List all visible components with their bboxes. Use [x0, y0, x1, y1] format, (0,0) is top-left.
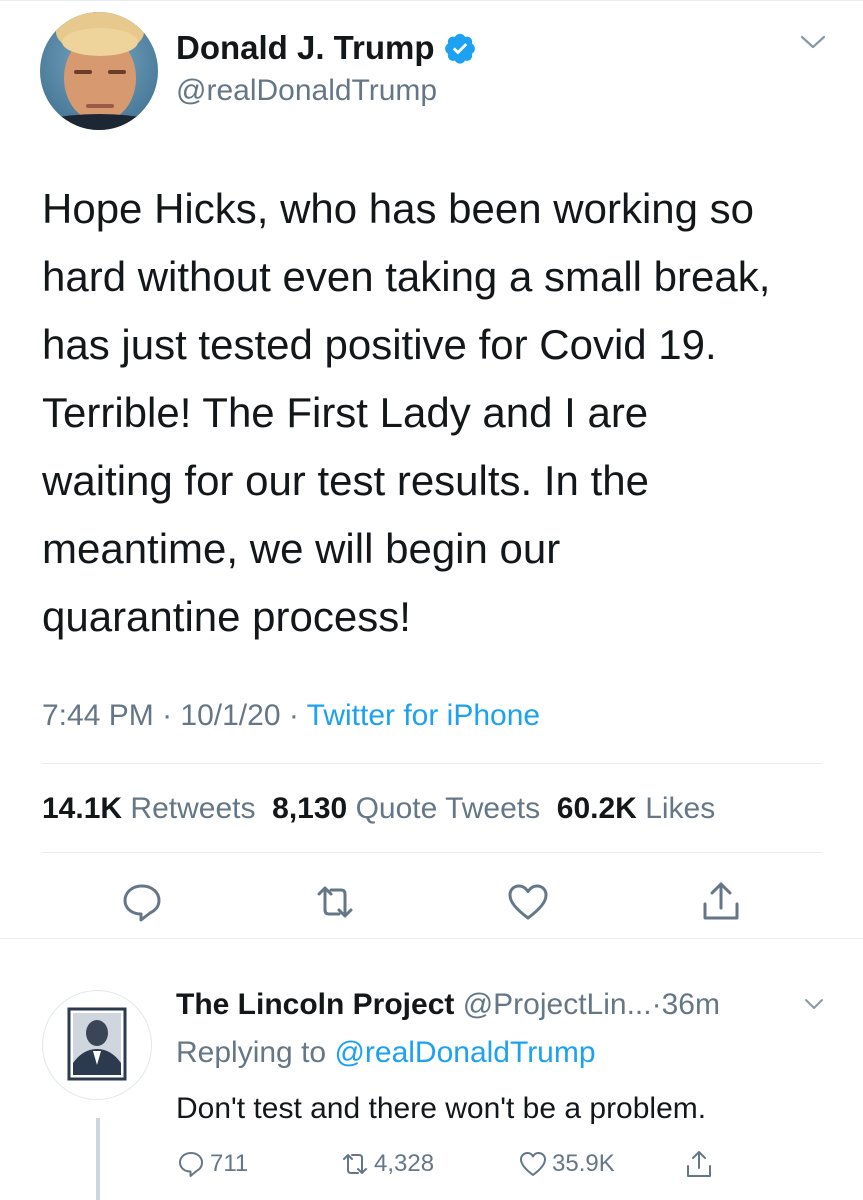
- reply-author-name[interactable]: The Lincoln Project: [176, 988, 454, 1021]
- share-icon[interactable]: [699, 880, 743, 924]
- reply-retweet-action[interactable]: 4,328: [340, 1146, 434, 1182]
- retweets-stat[interactable]: 14.1K Retweets: [42, 792, 255, 825]
- like-icon: [520, 1152, 546, 1176]
- tweet-line: quarantine process!: [42, 593, 411, 640]
- reply-text: Don't test and there won't be a problem.: [176, 1092, 707, 1125]
- meta-separator: ·: [162, 699, 173, 732]
- author-handle[interactable]: @realDonaldTrump: [176, 72, 437, 110]
- tweet-line: Hope Hicks, who has been working so: [42, 185, 755, 232]
- likes-count: 60.2K: [556, 792, 637, 825]
- retweet-icon[interactable]: [313, 880, 357, 924]
- reply-reply-action[interactable]: 711: [176, 1146, 248, 1182]
- tweet-stats: 14.1K Retweets 8,130 Quote Tweets 60.2K …: [42, 789, 715, 829]
- retweets-count: 14.1K: [42, 792, 123, 825]
- reply-like-action[interactable]: 35.9K: [518, 1146, 615, 1182]
- quotes-stat[interactable]: 8,130 Quote Tweets: [272, 792, 540, 825]
- tweet-line: meantime, we will begin our: [42, 525, 561, 572]
- quotes-count: 8,130: [272, 792, 348, 825]
- thread-line: [96, 1118, 100, 1200]
- author-name[interactable]: Donald J. Trump: [176, 28, 477, 68]
- replying-handle-link[interactable]: @realDonaldTrump: [334, 1036, 595, 1069]
- replying-to: Replying to @realDonaldTrump: [176, 1033, 596, 1073]
- reply-reply-count: 711: [210, 1150, 249, 1177]
- tweet-line: Terrible! The First Lady and I are: [42, 389, 649, 436]
- share-icon: [687, 1151, 711, 1177]
- reply-header: The Lincoln Project @ProjectLin...·36m: [176, 985, 720, 1025]
- retweets-label: Retweets: [130, 792, 256, 825]
- divider: [0, 938, 863, 939]
- likes-stat[interactable]: 60.2K Likes: [557, 792, 715, 825]
- reply-icon[interactable]: [120, 880, 164, 924]
- tweet-text: Hope Hicks, who has been working so hard…: [42, 175, 842, 651]
- retweet-icon: [343, 1154, 367, 1174]
- reply-share-action[interactable]: [684, 1146, 718, 1182]
- divider: [42, 763, 822, 764]
- top-divider: [0, 0, 863, 1]
- tweet-time: 7:44 PM: [42, 699, 154, 732]
- reply-author-avatar[interactable]: [42, 990, 152, 1100]
- reply-chevron-down-icon[interactable]: [804, 998, 824, 1010]
- reply-separator: ·: [651, 988, 662, 1021]
- chevron-down-icon[interactable]: [800, 34, 826, 50]
- author-avatar[interactable]: [40, 12, 158, 130]
- likes-label: Likes: [645, 792, 716, 825]
- verified-badge-icon: [444, 33, 475, 64]
- reply-age: 36m: [661, 988, 720, 1021]
- reply-retweet-count: 4,328: [374, 1150, 435, 1177]
- tweet-line: waiting for our test results. In the: [42, 457, 649, 504]
- tweet-line: hard without even taking a small break,: [42, 253, 771, 300]
- reply-author-handle[interactable]: @ProjectLin...: [463, 988, 652, 1021]
- replying-prefix: Replying to: [176, 1036, 327, 1069]
- author-name-text[interactable]: Donald J. Trump: [176, 28, 435, 68]
- like-icon[interactable]: [506, 880, 550, 924]
- tweet-date: 10/1/20: [180, 699, 281, 732]
- tweet-line: has just tested positive for Covid 19.: [42, 321, 717, 368]
- reply-like-count: 35.9K: [552, 1150, 615, 1177]
- reply-icon: [179, 1152, 203, 1177]
- meta-separator: ·: [288, 699, 299, 732]
- quotes-label: Quote Tweets: [355, 792, 541, 825]
- tweet-meta: 7:44 PM · 10/1/20 · Twitter for iPhone: [42, 697, 540, 735]
- divider: [42, 852, 822, 853]
- tweet-source-link[interactable]: Twitter for iPhone: [307, 699, 540, 732]
